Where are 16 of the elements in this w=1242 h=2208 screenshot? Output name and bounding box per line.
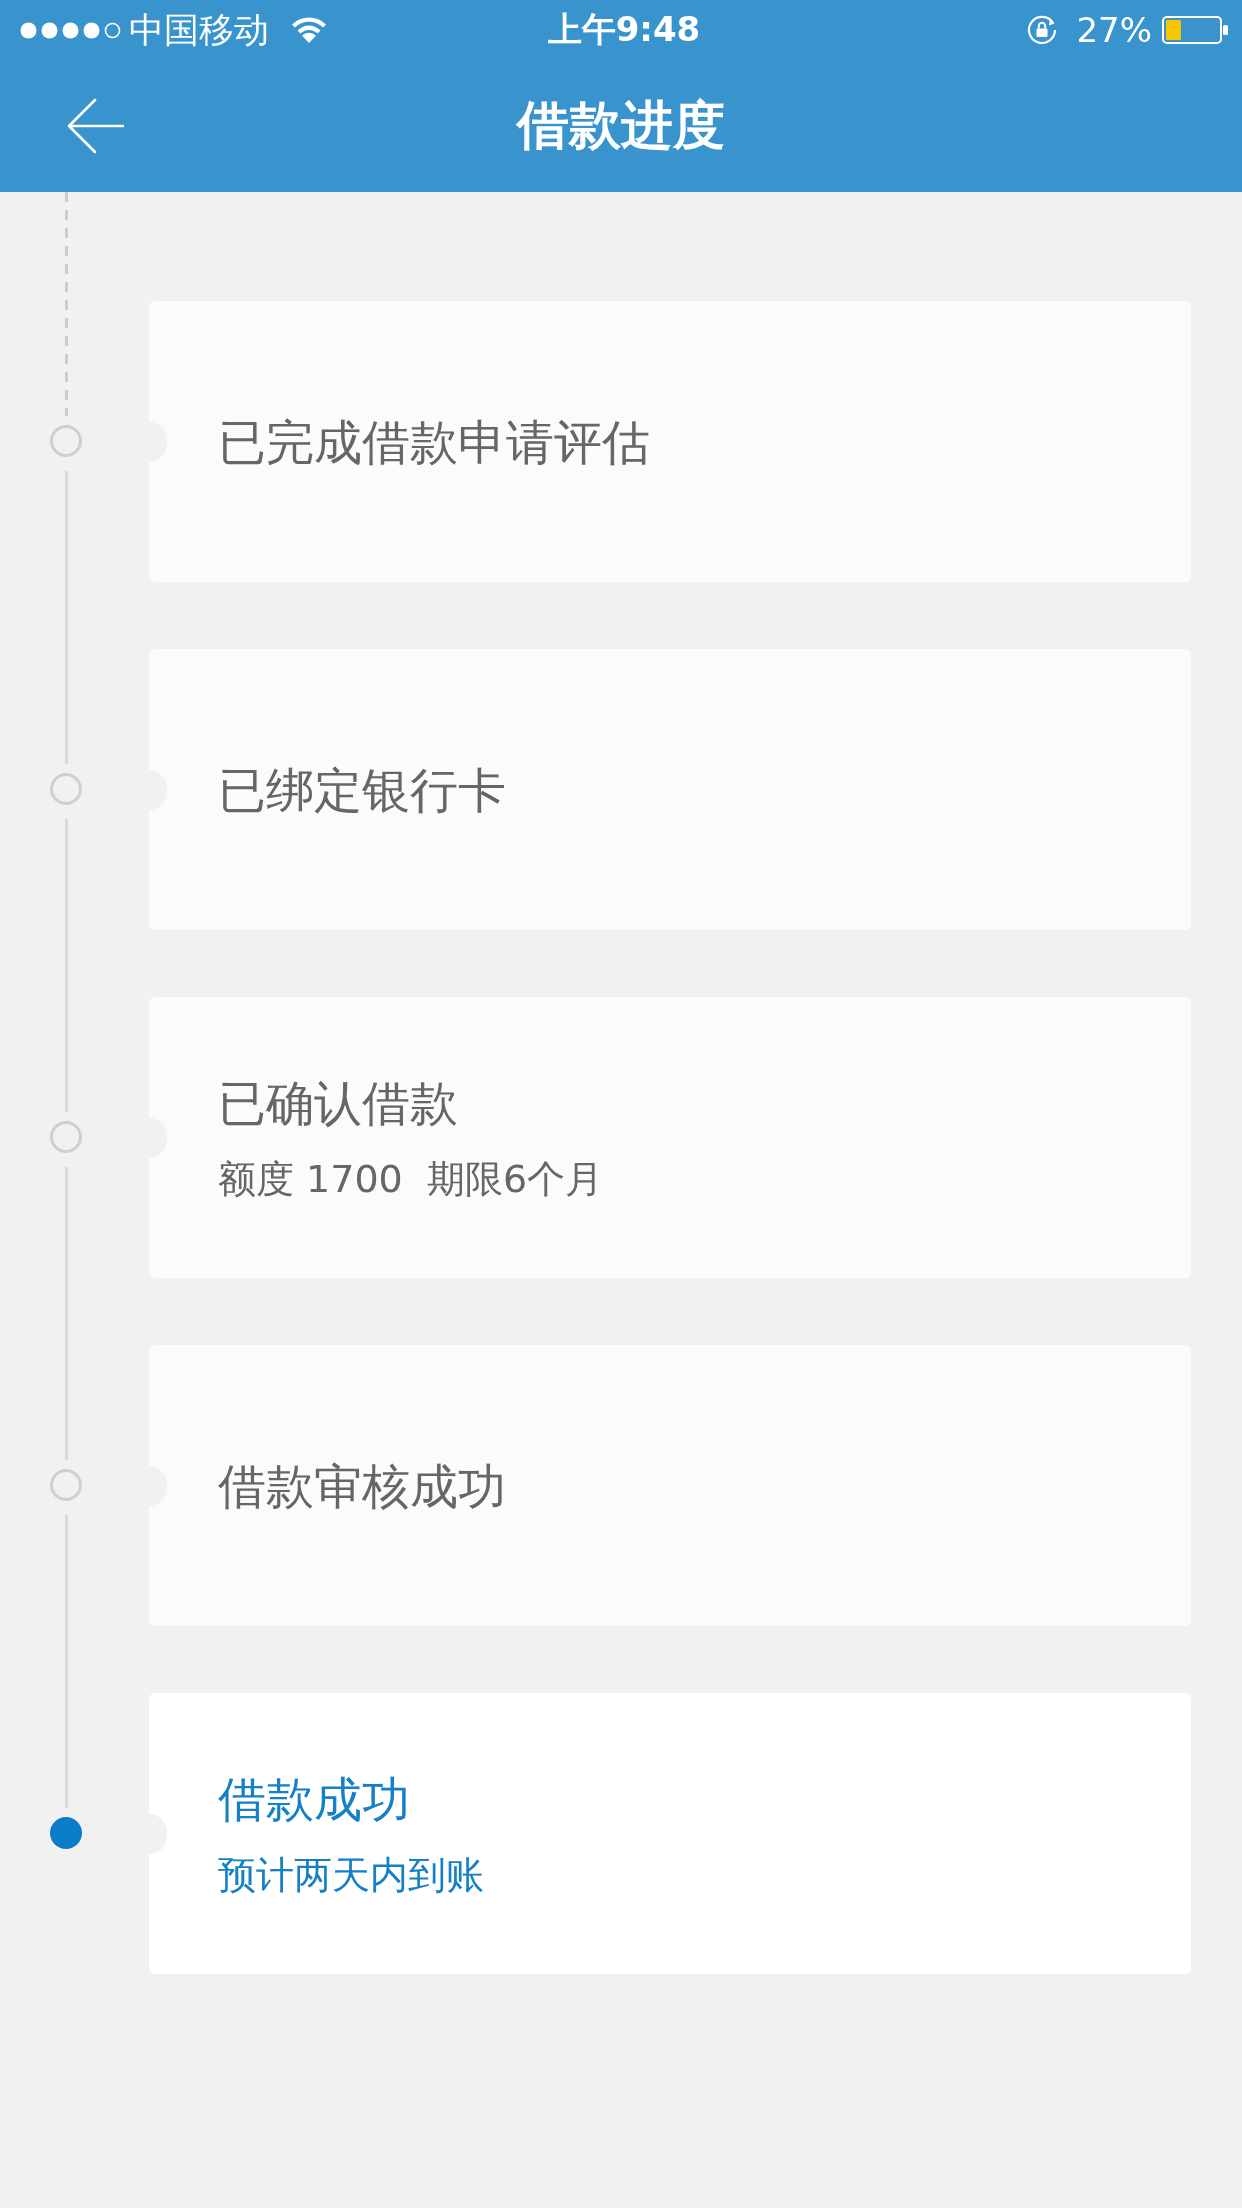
page-title: 借款进度: [517, 94, 725, 157]
step-title: 已完成借款申请评估: [218, 412, 650, 472]
status-time: 上午9:48: [547, 8, 701, 51]
carrier-name: 中国移动: [129, 8, 269, 52]
wifi-icon: [291, 17, 327, 43]
rotation-lock-icon: [1026, 14, 1059, 46]
battery-percentage: 27%: [1076, 10, 1152, 50]
step-title: 借款审核成功: [218, 1456, 506, 1516]
battery-icon: [1162, 16, 1228, 44]
step-detail: 预计两天内到账: [218, 1851, 484, 1899]
step-detail: 额度 1700 期限6个月: [218, 1155, 604, 1203]
signal-icon: [20, 21, 121, 39]
step-title: 已绑定银行卡: [218, 760, 506, 820]
step-title: 借款成功: [218, 1769, 410, 1829]
step-title: 已确认借款: [218, 1073, 458, 1133]
back-arrow-icon: [66, 97, 124, 155]
